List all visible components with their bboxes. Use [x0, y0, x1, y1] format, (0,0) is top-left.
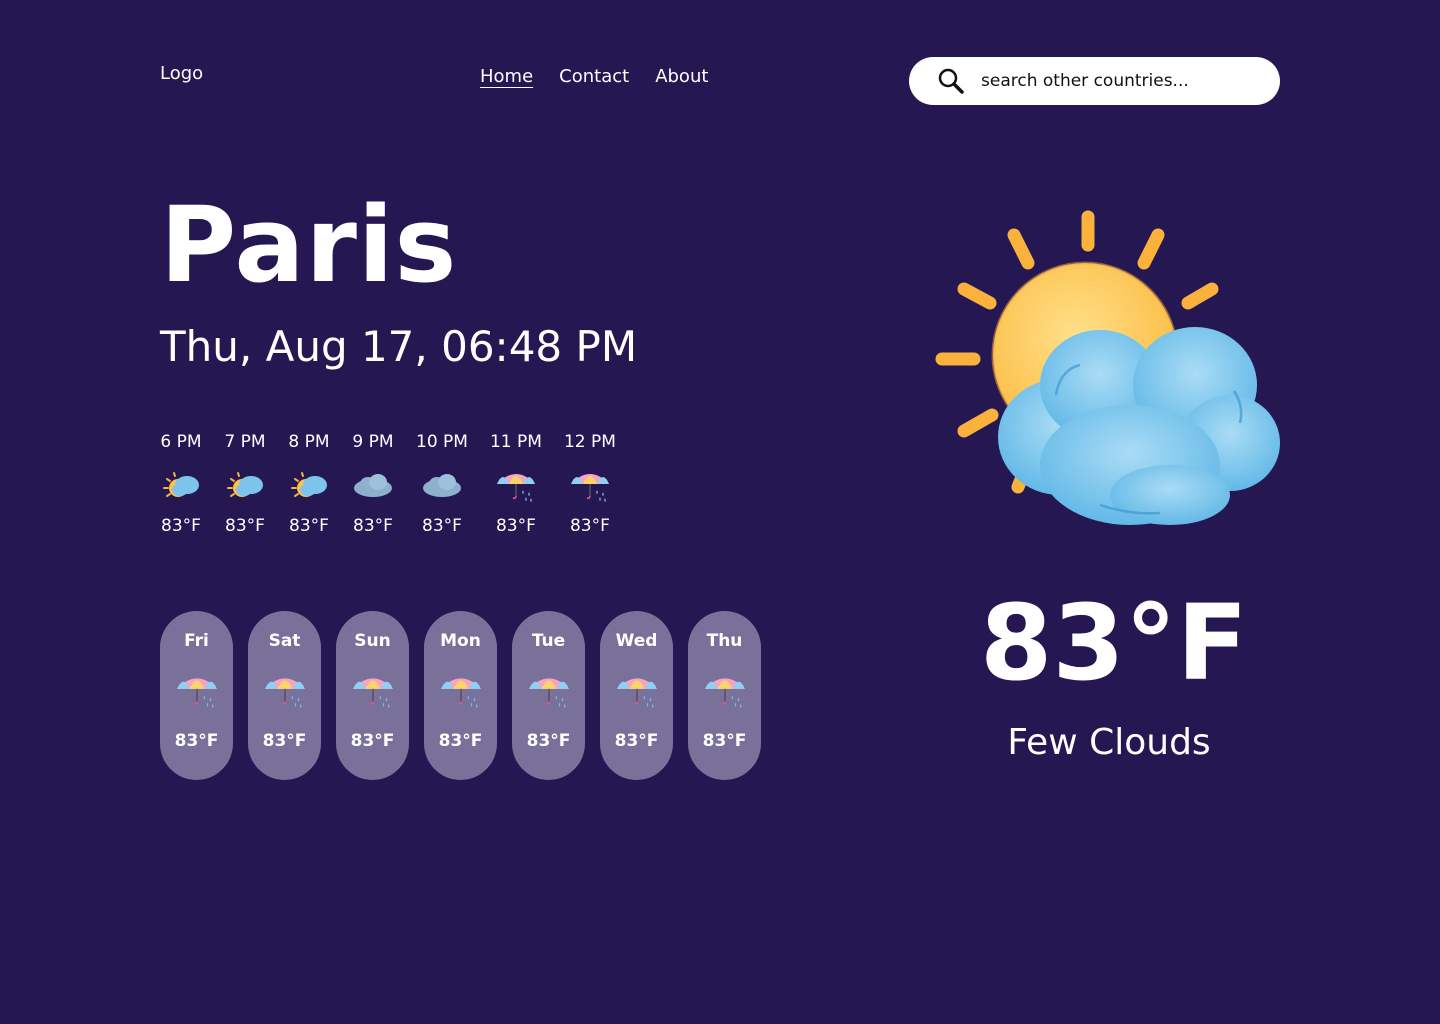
day-name: Mon: [440, 631, 481, 651]
day-temp: 83°F: [702, 731, 747, 751]
sun-cloud-icon: [288, 466, 330, 506]
cloud-icon: [421, 466, 463, 506]
day-temp: 83°F: [438, 731, 483, 751]
search-icon[interactable]: [937, 67, 965, 95]
umbrella-rain-icon: [569, 466, 611, 506]
umbrella-rain-icon: [703, 670, 747, 712]
day-name: Wed: [615, 631, 658, 651]
sun-cloud-icon: [160, 466, 202, 506]
hour-temp: 83°F: [225, 516, 265, 536]
logo[interactable]: Logo: [160, 63, 203, 84]
day-card-wed[interactable]: Wed 83°F: [600, 611, 673, 780]
day-card-mon[interactable]: Mon 83°F: [424, 611, 497, 780]
hourly-item: 8 PM 83°F: [288, 432, 330, 536]
day-card-sun[interactable]: Sun 83°F: [336, 611, 409, 780]
current-datetime: Thu, Aug 17, 06:48 PM: [160, 322, 638, 371]
hour-time: 12 PM: [563, 432, 616, 452]
umbrella-rain-icon: [615, 670, 659, 712]
hourly-item: 12 PM 83°F: [564, 432, 616, 536]
day-temp: 83°F: [262, 731, 307, 751]
hour-time: 11 PM: [489, 432, 542, 452]
hour-time: 9 PM: [352, 432, 394, 452]
sun-cloud-icon: [224, 466, 266, 506]
day-card-thu[interactable]: Thu 83°F: [688, 611, 761, 780]
day-temp: 83°F: [526, 731, 571, 751]
day-card-tue[interactable]: Tue 83°F: [512, 611, 585, 780]
hourly-item: 9 PM 83°F: [352, 432, 394, 536]
search-input[interactable]: [981, 71, 1251, 91]
nav-about[interactable]: About: [655, 66, 708, 87]
umbrella-rain-icon: [495, 466, 537, 506]
nav-contact[interactable]: Contact: [559, 66, 629, 87]
cloud-icon: [352, 466, 394, 506]
main-nav: Home Contact About: [480, 66, 708, 87]
hour-time: 6 PM: [160, 432, 202, 452]
umbrella-rain-icon: [175, 670, 219, 712]
day-temp: 83°F: [174, 731, 219, 751]
sun-cloud-icon: [935, 210, 1280, 525]
umbrella-rain-icon: [351, 670, 395, 712]
hour-temp: 83°F: [353, 516, 393, 536]
nav-home[interactable]: Home: [480, 66, 533, 87]
hourly-item: 7 PM 83°F: [224, 432, 266, 536]
day-card-sat[interactable]: Sat 83°F: [248, 611, 321, 780]
umbrella-rain-icon: [527, 670, 571, 712]
day-card-fri[interactable]: Fri 83°F: [160, 611, 233, 780]
hour-time: 8 PM: [288, 432, 330, 452]
hour-time: 7 PM: [224, 432, 266, 452]
hour-temp: 83°F: [422, 516, 462, 536]
day-name: Tue: [531, 631, 566, 651]
day-name: Sat: [268, 631, 301, 651]
hourly-item: 6 PM 83°F: [160, 432, 202, 536]
umbrella-rain-icon: [263, 670, 307, 712]
daily-forecast: Fri 83°F Sat 83°F Sun 83°F Mon 83°F Tue …: [160, 611, 761, 780]
day-name: Fri: [184, 631, 209, 651]
day-temp: 83°F: [614, 731, 659, 751]
day-temp: 83°F: [350, 731, 395, 751]
hourly-item: 10 PM 83°F: [416, 432, 468, 536]
day-name: Sun: [354, 631, 391, 651]
current-temperature: 83°F: [980, 582, 1248, 704]
hourly-forecast: 6 PM 83°F 7 PM 83°F 8 PM 83°F 9 PM 83°F …: [160, 432, 638, 536]
city-name: Paris: [160, 184, 458, 306]
hour-temp: 83°F: [569, 516, 610, 536]
current-condition: Few Clouds: [1007, 722, 1211, 763]
umbrella-rain-icon: [439, 670, 483, 712]
hour-time: 10 PM: [416, 432, 468, 452]
hour-temp: 83°F: [289, 516, 329, 536]
search-bar[interactable]: [909, 57, 1280, 105]
hourly-item: 11 PM 83°F: [490, 432, 542, 536]
hour-temp: 83°F: [495, 516, 536, 536]
hour-temp: 83°F: [161, 516, 201, 536]
day-name: Thu: [706, 631, 743, 651]
